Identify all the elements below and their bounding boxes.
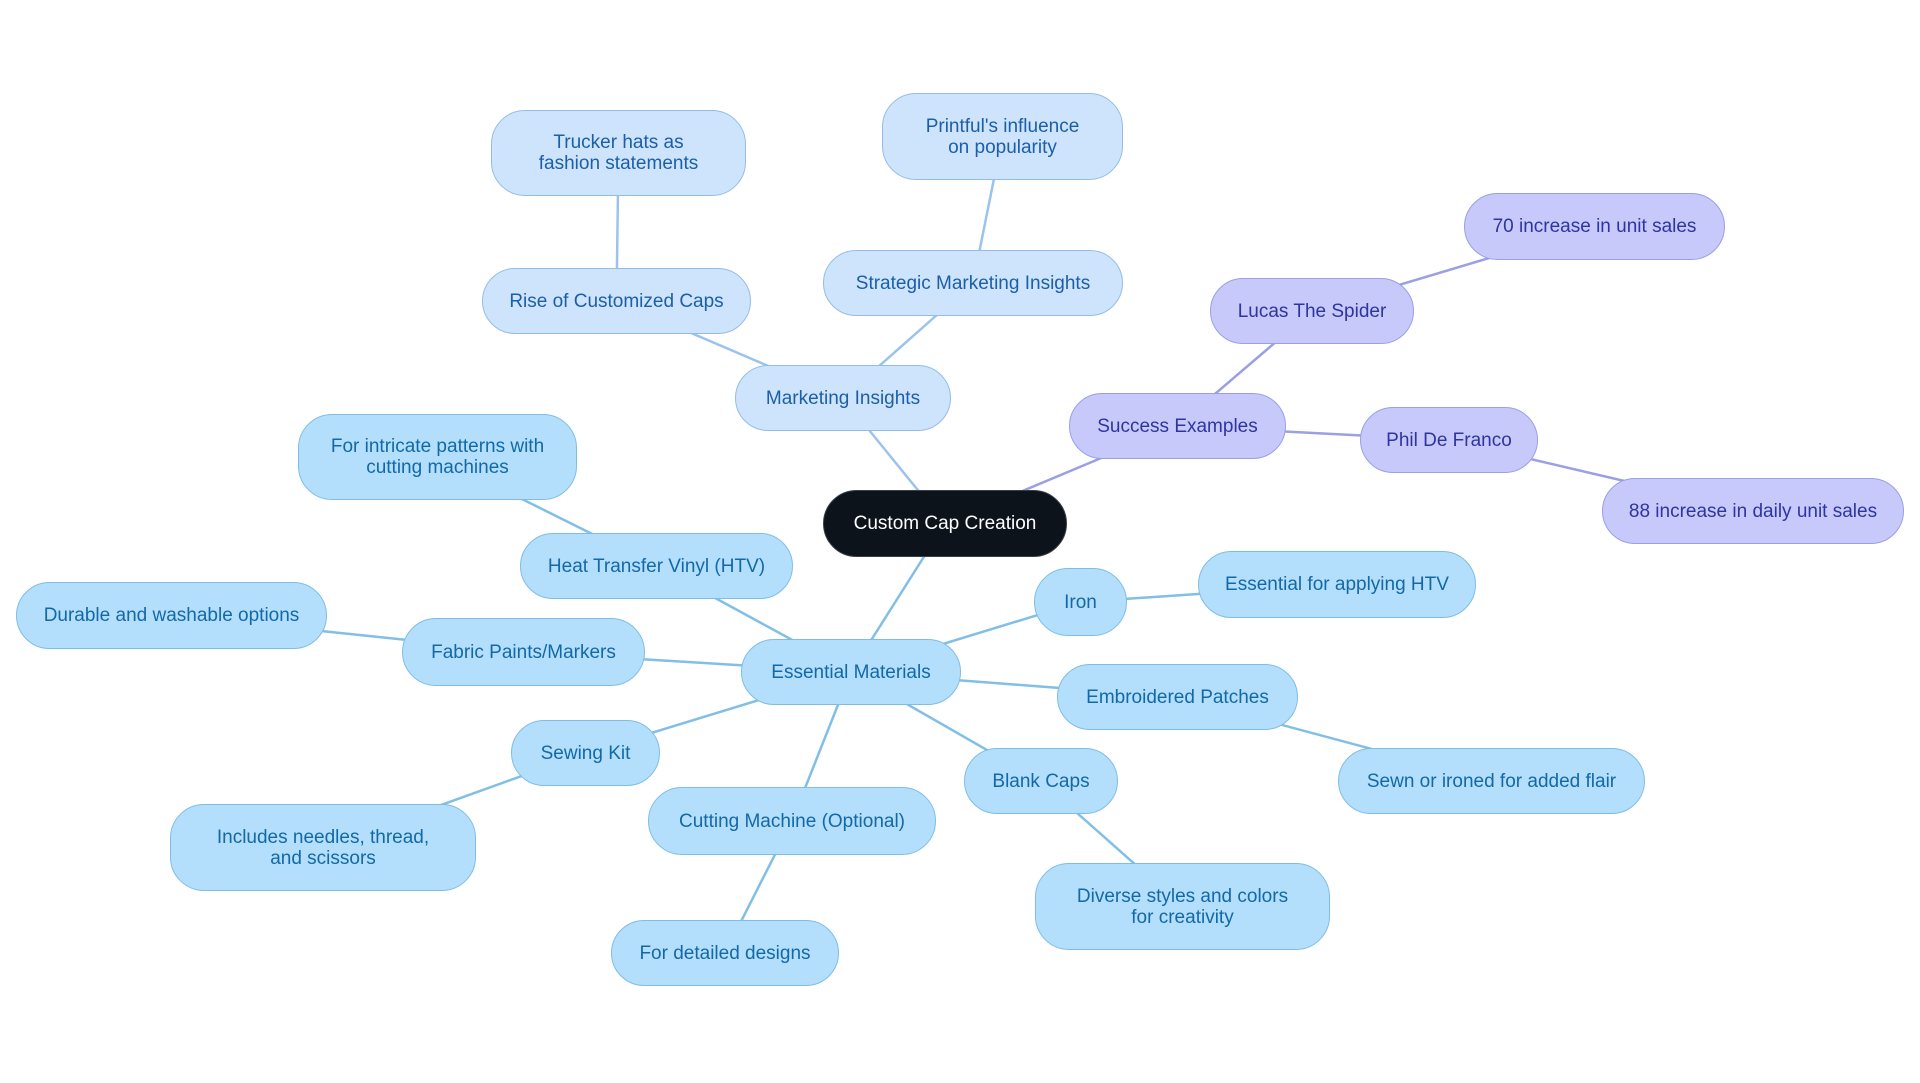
node-sewing-kit[interactable]: Sewing Kit [511, 720, 660, 786]
node-essential-materials[interactable]: Essential Materials [741, 639, 961, 705]
node-trucker-hats[interactable]: Trucker hats as fashion statements [491, 110, 746, 196]
node-label: Phil De Franco [1386, 429, 1512, 451]
node-88-increase-daily-unit-sales[interactable]: 88 increase in daily unit sales [1602, 478, 1904, 544]
node-htv-intricate-patterns[interactable]: For intricate patterns with cutting mach… [298, 414, 577, 500]
node-rise-of-customized-caps[interactable]: Rise of Customized Caps [482, 268, 751, 334]
node-strategic-marketing-insights[interactable]: Strategic Marketing Insights [823, 250, 1123, 316]
node-label: Printful's influence on popularity [925, 115, 1080, 158]
node-blank-caps[interactable]: Blank Caps [964, 748, 1118, 814]
root-node-label: Custom Cap Creation [853, 513, 1037, 534]
node-success-examples[interactable]: Success Examples [1069, 393, 1286, 459]
node-label: 70 increase in unit sales [1492, 216, 1697, 237]
node-marketing-insights[interactable]: Marketing Insights [735, 365, 951, 431]
node-label: Durable and washable options [43, 605, 300, 626]
node-label: Diverse styles and colors for creativity [1076, 885, 1289, 928]
node-label: Fabric Paints/Markers [431, 641, 616, 663]
node-cutting-machine[interactable]: Cutting Machine (Optional) [648, 787, 936, 855]
node-label: Essential Materials [771, 661, 931, 683]
node-label: Lucas The Spider [1237, 300, 1387, 322]
node-label: Cutting Machine (Optional) [679, 810, 905, 832]
node-sewn-or-ironed[interactable]: Sewn or ironed for added flair [1338, 748, 1645, 814]
root-node[interactable]: Custom Cap Creation [823, 490, 1067, 557]
node-label: Sewn or ironed for added flair [1366, 770, 1617, 792]
node-label: Heat Transfer Vinyl (HTV) [547, 555, 766, 577]
node-label: 88 increase in daily unit sales [1628, 500, 1878, 522]
node-phil-de-franco[interactable]: Phil De Franco [1360, 407, 1538, 473]
node-fabric-paints-markers[interactable]: Fabric Paints/Markers [402, 618, 645, 686]
node-label: Trucker hats as fashion statements [538, 132, 699, 174]
node-label: Includes needles, thread, and scissors [216, 826, 430, 869]
node-for-detailed-designs[interactable]: For detailed designs [611, 920, 839, 986]
node-durable-washable[interactable]: Durable and washable options [16, 582, 327, 649]
node-label: Iron [1064, 591, 1097, 613]
node-label: Marketing Insights [765, 387, 921, 409]
node-label: For intricate patterns with cutting mach… [330, 436, 545, 478]
node-70-increase-unit-sales[interactable]: 70 increase in unit sales [1464, 193, 1725, 260]
node-label: Sewing Kit [540, 742, 631, 764]
node-embroidered-patches[interactable]: Embroidered Patches [1057, 664, 1298, 730]
node-essential-for-applying-htv[interactable]: Essential for applying HTV [1198, 551, 1476, 618]
node-includes-needles[interactable]: Includes needles, thread, and scissors [170, 804, 476, 891]
node-label: For detailed designs [639, 942, 811, 964]
node-diverse-styles[interactable]: Diverse styles and colors for creativity [1035, 863, 1330, 950]
node-label: Strategic Marketing Insights [855, 272, 1091, 294]
node-label: Rise of Customized Caps [509, 290, 724, 312]
node-printfuls-influence[interactable]: Printful's influence on popularity [882, 93, 1123, 180]
node-label: Blank Caps [992, 770, 1090, 792]
node-heat-transfer-vinyl[interactable]: Heat Transfer Vinyl (HTV) [520, 533, 793, 599]
node-label: Success Examples [1097, 415, 1258, 437]
node-label: Embroidered Patches [1086, 686, 1269, 708]
node-label: Essential for applying HTV [1225, 574, 1449, 595]
node-lucas-the-spider[interactable]: Lucas The Spider [1210, 278, 1414, 344]
node-iron[interactable]: Iron [1034, 568, 1127, 636]
